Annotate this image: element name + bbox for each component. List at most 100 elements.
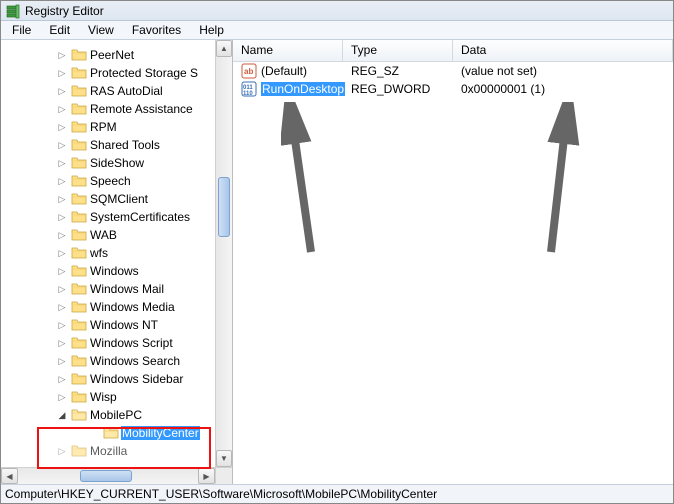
menu-bar: File Edit View Favorites Help [1, 21, 673, 40]
tree-item[interactable]: ▷ Windows [1, 262, 215, 280]
list-row[interactable]: 011 110 RunOnDesktopREG_DWORD0x00000001 … [233, 80, 673, 98]
tree-item[interactable]: ▷ Shared Tools [1, 136, 215, 154]
menu-edit[interactable]: Edit [42, 22, 77, 38]
disclosure-closed-icon[interactable]: ▷ [57, 320, 67, 330]
tree-item[interactable]: ▷ Windows Script [1, 334, 215, 352]
menu-favorites[interactable]: Favorites [125, 22, 188, 38]
disclosure-closed-icon[interactable]: ▷ [57, 50, 67, 60]
tree-view[interactable]: ▷ PeerNet▷ Protected Storage S▷ RAS Auto… [1, 40, 215, 467]
value-data: 0x00000001 (1) [453, 82, 673, 96]
disclosure-closed-icon[interactable]: ▷ [57, 122, 67, 132]
folder-icon [71, 174, 87, 188]
tree-item[interactable]: ▷ Windows NT [1, 316, 215, 334]
disclosure-closed-icon[interactable]: ▷ [57, 392, 67, 402]
disclosure-closed-icon[interactable]: ▷ [57, 176, 67, 186]
scroll-up-button[interactable]: ▲ [216, 40, 232, 57]
disclosure-open-icon[interactable]: ◢ [57, 410, 67, 420]
disclosure-closed-icon[interactable]: ▷ [57, 284, 67, 294]
column-header-type[interactable]: Type [343, 40, 453, 61]
disclosure-closed-icon[interactable]: ▷ [57, 356, 67, 366]
disclosure-closed-icon[interactable]: ▷ [57, 158, 67, 168]
list-row[interactable]: ab (Default)REG_SZ(value not set) [233, 62, 673, 80]
svg-text:ab: ab [244, 67, 253, 76]
value-name: (Default) [261, 64, 307, 78]
disclosure-closed-icon[interactable] [89, 428, 99, 438]
folder-icon [71, 156, 87, 170]
tree-item[interactable]: ▷ Speech [1, 172, 215, 190]
tree-item[interactable]: ▷ SystemCertificates [1, 208, 215, 226]
list-body[interactable]: ab (Default)REG_SZ(value not set) 011 11… [233, 62, 673, 98]
tree-item[interactable]: ▷ wfs [1, 244, 215, 262]
folder-icon [71, 336, 87, 350]
tree-item[interactable]: ◢ MobilePC [1, 406, 215, 424]
folder-icon [71, 444, 87, 458]
folder-icon [71, 300, 87, 314]
tree-item[interactable]: ▷ Windows Search [1, 352, 215, 370]
folder-icon [71, 246, 87, 260]
disclosure-closed-icon[interactable]: ▷ [57, 230, 67, 240]
tree-item-label: Windows Script [89, 336, 174, 350]
tree-item-label: Mozilla [89, 444, 128, 458]
disclosure-closed-icon[interactable]: ▷ [57, 374, 67, 384]
tree-item[interactable]: ▷ Windows Mail [1, 280, 215, 298]
disclosure-closed-icon[interactable]: ▷ [57, 86, 67, 96]
tree-item[interactable]: ▷ Mozilla [1, 442, 215, 460]
disclosure-closed-icon[interactable]: ▷ [57, 212, 67, 222]
tree-item-label: Windows Media [89, 300, 176, 314]
menu-help[interactable]: Help [192, 22, 231, 38]
string-value-icon: ab [241, 63, 257, 79]
tree-item-label: SystemCertificates [89, 210, 191, 224]
menu-file[interactable]: File [5, 22, 38, 38]
tree-item[interactable]: ▷ Wisp [1, 388, 215, 406]
tree-item[interactable]: ▷ PeerNet [1, 46, 215, 64]
disclosure-closed-icon[interactable]: ▷ [57, 446, 67, 456]
disclosure-closed-icon[interactable]: ▷ [57, 104, 67, 114]
vertical-scrollbar[interactable]: ▲ ▼ [215, 40, 232, 467]
tree-item-label: SQMClient [89, 192, 149, 206]
tree-item[interactable]: ▷ RPM [1, 118, 215, 136]
scroll-down-button[interactable]: ▼ [216, 450, 232, 467]
disclosure-closed-icon[interactable]: ▷ [57, 194, 67, 204]
disclosure-closed-icon[interactable]: ▷ [57, 302, 67, 312]
tree-item-label: wfs [89, 246, 109, 260]
tree-item[interactable]: ▷ Protected Storage S [1, 64, 215, 82]
tree-item[interactable]: MobilityCenter [1, 424, 215, 442]
column-header-name[interactable]: Name [233, 40, 343, 61]
tree-item-label: Protected Storage S [89, 66, 199, 80]
menu-view[interactable]: View [81, 22, 121, 38]
annotation-arrow-icon [281, 102, 321, 262]
hscroll-thumb[interactable] [80, 470, 132, 482]
tree-item-label: SideShow [89, 156, 145, 170]
column-header-data[interactable]: Data [453, 40, 673, 61]
tree-item[interactable]: ▷ Remote Assistance [1, 100, 215, 118]
tree-item[interactable]: ▷ SideShow [1, 154, 215, 172]
disclosure-closed-icon[interactable]: ▷ [57, 338, 67, 348]
folder-icon [71, 282, 87, 296]
tree-item-label: Windows Sidebar [89, 372, 184, 386]
title-bar: Registry Editor [1, 1, 673, 21]
app-icon [5, 3, 21, 19]
status-bar: Computer\HKEY_CURRENT_USER\Software\Micr… [1, 484, 673, 503]
folder-icon [103, 426, 119, 440]
folder-icon [71, 192, 87, 206]
folder-icon [71, 102, 87, 116]
tree-item[interactable]: ▷ SQMClient [1, 190, 215, 208]
folder-icon [71, 228, 87, 242]
tree-item[interactable]: ▷ Windows Sidebar [1, 370, 215, 388]
scroll-left-button[interactable]: ◀ [1, 468, 18, 484]
tree-item-label: Wisp [89, 390, 118, 404]
disclosure-closed-icon[interactable]: ▷ [57, 266, 67, 276]
value-type: REG_DWORD [343, 82, 453, 96]
tree-item[interactable]: ▷ WAB [1, 226, 215, 244]
horizontal-scrollbar[interactable]: ◀ ▶ [1, 467, 215, 484]
folder-icon [71, 66, 87, 80]
tree-item-label: Windows [89, 264, 140, 278]
disclosure-closed-icon[interactable]: ▷ [57, 140, 67, 150]
tree-item[interactable]: ▷ Windows Media [1, 298, 215, 316]
tree-item-label: Windows Mail [89, 282, 165, 296]
disclosure-closed-icon[interactable]: ▷ [57, 248, 67, 258]
scroll-right-button[interactable]: ▶ [198, 468, 215, 484]
disclosure-closed-icon[interactable]: ▷ [57, 68, 67, 78]
vscroll-thumb[interactable] [218, 177, 230, 237]
tree-item[interactable]: ▷ RAS AutoDial [1, 82, 215, 100]
